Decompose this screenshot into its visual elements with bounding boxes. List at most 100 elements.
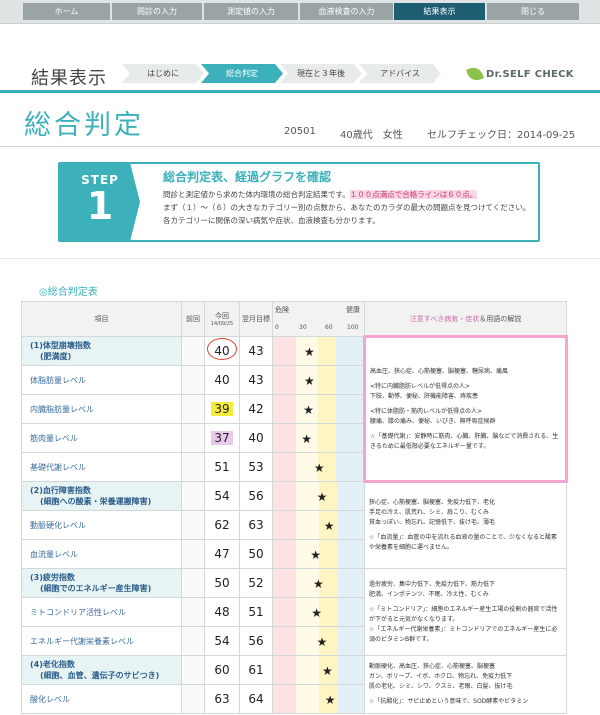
row-score-graph: ★ [272, 568, 365, 598]
logo: Dr.SELF CHECK [466, 65, 574, 83]
overall-judgment-table: 項目 前回 今回 14/09/25 翌月目標 危険 健康 0 30 60 100 … [21, 301, 568, 714]
step-panel: STEP 1 総合判定表、経過グラフを確認 問診と測定値から求めた体内環境の総合… [58, 162, 540, 242]
header-title: 結果表示 [31, 68, 107, 89]
crumb-advice[interactable]: アドバイス [359, 64, 441, 83]
row-target-score: 56 [239, 481, 273, 511]
row-prev-score [181, 684, 205, 714]
row-prev-score [181, 568, 205, 598]
row-item-label[interactable]: 血流量レベル [21, 539, 182, 569]
row-prev-score [181, 655, 205, 685]
top-nav-bar: ホーム 問診の入力 測定値の入力 血液検査の入力 結果表示 閉じる [0, 0, 600, 24]
nav-blood-test-button[interactable]: 血液検査の入力 [300, 3, 393, 20]
row-notes: 高血圧、狭心症、心筋梗塞、脳梗塞、糖尿病、痛風 <特に内臓脂肪レベルが低得点の人>… [363, 335, 568, 483]
row-current-score: 54 [204, 481, 240, 511]
row-target-score: 42 [239, 394, 273, 424]
user-id: 20501 [284, 126, 316, 137]
table-header-row: 項目 前回 今回 14/09/25 翌月目標 危険 健康 0 30 60 100 … [21, 301, 567, 337]
row-item-label[interactable]: (2)血行障害指数 (細胞への酸素・栄養運搬障害) [21, 481, 182, 511]
row-score-graph: ★ [272, 481, 365, 511]
pass-line-highlight: １００点満点で合格ラインは６０点。 [349, 190, 478, 199]
row-score-graph: ★ [272, 626, 365, 656]
row-score-graph: ★ [272, 597, 365, 627]
row-target-score: 63 [239, 510, 273, 540]
row-score-graph: ★ [272, 452, 365, 482]
nav-close-button[interactable]: 閉じる [487, 3, 579, 20]
row-prev-score [181, 452, 205, 482]
row-item-label[interactable]: 酸化レベル [21, 684, 182, 714]
logo-text: Dr.SELF CHECK [486, 68, 574, 80]
row-score-graph: ★ [272, 336, 365, 366]
row-notes: 過労疲労、集中力低下、免疫力低下、筋力低下 肥満、インポテンツ、不眠、冷え性、むく… [364, 568, 567, 656]
row-item-label[interactable]: 筋肉量レベル [21, 423, 182, 453]
score-star-icon: ★ [304, 374, 315, 388]
highlight-circle [207, 338, 238, 360]
row-target-score: 64 [239, 684, 273, 714]
row-current-score: 37 [204, 423, 240, 453]
table-row: (4)老化指数 (細胞、血管、遺伝子のサビつき) 60 61 ★ 動脈硬化、高血圧、狭心症… [21, 655, 567, 714]
row-target-score: 43 [239, 336, 273, 366]
row-item-label[interactable]: 基礎代謝レベル [21, 452, 182, 482]
score-star-icon: ★ [313, 577, 324, 591]
score-star-icon: ★ [324, 693, 336, 707]
row-target-score: 51 [239, 597, 273, 627]
section-title: ◎総合判定表 [39, 287, 98, 298]
header-notes: 注意すべき病気・症状＆用語の解説 [364, 301, 567, 337]
step-description: 問診と測定値から求めた体内環境の総合判定結果です。１００点満点で合格ラインは６０… [163, 190, 531, 225]
row-current-score: 54 [204, 626, 240, 656]
row-prev-score [181, 481, 205, 511]
title-divider [0, 146, 600, 147]
section-divider [0, 258, 600, 259]
page-title: 総合判定 [24, 110, 144, 141]
row-prev-score [181, 510, 205, 540]
header-prev: 前回 [181, 301, 205, 337]
nav-interview-button[interactable]: 問診の入力 [112, 3, 202, 20]
check-date: セルフチェック日：2014-09-25 [427, 130, 576, 141]
leaf-icon [466, 65, 484, 83]
row-prev-score [181, 539, 205, 569]
score-star-icon: ★ [301, 432, 313, 446]
row-prev-score [181, 365, 205, 395]
row-prev-score [181, 336, 205, 366]
row-current-score: 40 [204, 336, 240, 366]
row-current-score: 63 [204, 684, 240, 714]
header-target: 翌月目標 [239, 301, 273, 337]
row-target-score: 50 [239, 539, 273, 569]
row-target-score: 43 [239, 365, 273, 395]
row-item-label[interactable]: (1)体型崩壊指数 (肥満度) [21, 336, 182, 366]
score-star-icon: ★ [316, 635, 328, 649]
crumb-overall[interactable]: 総合判定 [201, 64, 283, 83]
header-now: 今回 14/09/25 [204, 301, 240, 337]
row-score-graph: ★ [272, 510, 365, 540]
row-current-score: 60 [204, 655, 240, 685]
header-item: 項目 [21, 301, 182, 337]
nav-results-button[interactable]: 結果表示 [394, 3, 485, 20]
row-prev-score [181, 423, 205, 453]
row-item-label[interactable]: 内臓脂肪量レベル [21, 394, 182, 424]
row-current-score: 51 [204, 452, 240, 482]
row-current-score: 40 [204, 365, 240, 395]
table-row: (2)血行障害指数 (細胞への酸素・栄養運搬障害) 54 56 ★ 狭心症、心筋梗塞、脳梗… [21, 481, 567, 569]
nav-home-button[interactable]: ホーム [23, 3, 110, 20]
row-score-graph: ★ [272, 365, 365, 395]
row-item-label[interactable]: ミトコンドリア活性レベル [21, 597, 182, 627]
user-profile: 40歳代 女性 [340, 130, 403, 141]
row-score-graph: ★ [272, 539, 365, 569]
row-current-score: 62 [204, 510, 240, 540]
crumb-intro[interactable]: はじめに [122, 64, 204, 83]
row-notes: 狭心症、心筋梗塞、脳梗塞、免疫力低下、老化 手足の冷え、肌荒れ、シミ、肩こり、むく… [364, 481, 567, 569]
header-divider [0, 90, 600, 93]
row-current-score: 47 [204, 539, 240, 569]
row-score-graph: ★ [272, 684, 365, 714]
row-target-score: 53 [239, 452, 273, 482]
nav-measurement-button[interactable]: 測定値の入力 [204, 3, 298, 20]
header-graph: 危険 健康 0 30 60 100 [272, 301, 365, 337]
row-item-label[interactable]: エネルギー代謝栄養素レベル [21, 626, 182, 656]
step-heading: 総合判定表、経過グラフを確認 [163, 170, 332, 184]
score-star-icon: ★ [323, 519, 335, 533]
crumb-now-and-future[interactable]: 現在と３年後 [280, 64, 362, 83]
row-item-label[interactable]: (4)老化指数 (細胞、血管、遺伝子のサビつき) [21, 655, 182, 685]
row-item-label[interactable]: (3)疲労指数 (細胞でのエネルギー産生障害) [21, 568, 182, 598]
row-item-label[interactable]: 体脂肪量レベル [21, 365, 182, 395]
row-target-score: 61 [239, 655, 273, 685]
row-item-label[interactable]: 動脈硬化レベル [21, 510, 182, 540]
